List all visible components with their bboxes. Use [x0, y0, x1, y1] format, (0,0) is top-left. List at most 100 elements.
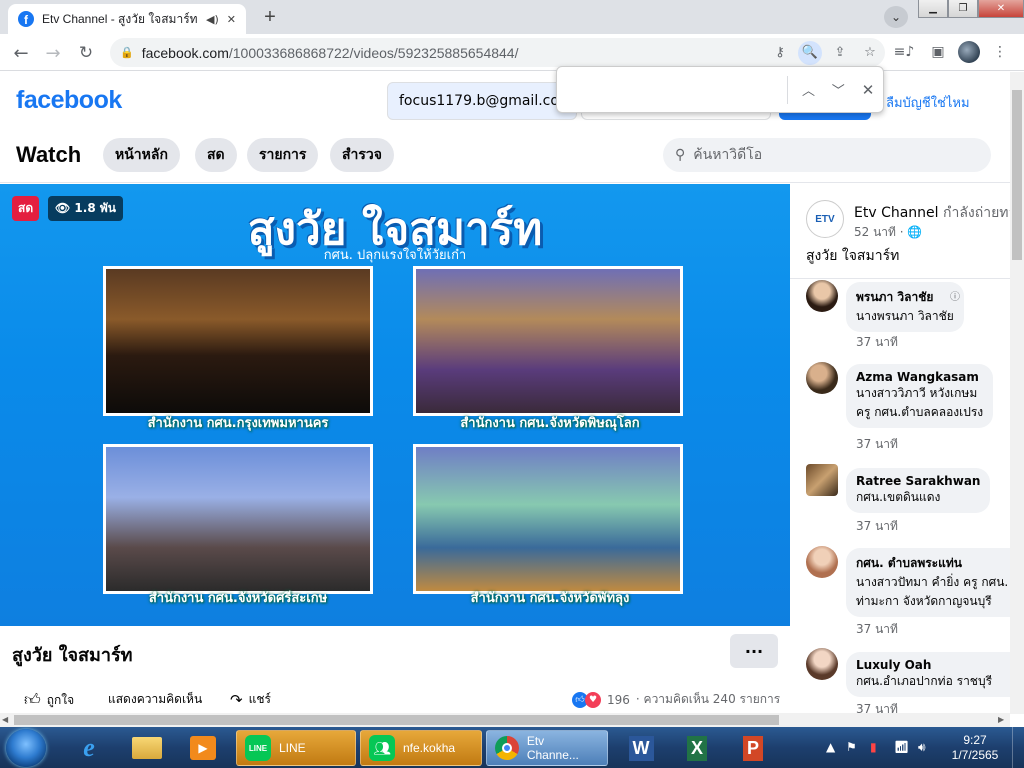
lock-icon[interactable]: 🔒: [120, 46, 134, 59]
comment-count[interactable]: · ความคิดเห็น 240 รายการ: [636, 690, 780, 709]
share-button[interactable]: ↷ แชร์: [230, 690, 271, 709]
video-search-input[interactable]: ⚲ ค้นหาวิดีโอ: [663, 138, 991, 172]
internet-explorer-icon[interactable]: e: [62, 731, 116, 765]
channel-status: กำลังถ่ายทอดสด: [943, 205, 1010, 221]
post-description: สูงวัย ใจสมาร์ท: [806, 248, 900, 264]
back-arrow-icon[interactable]: ←: [8, 40, 34, 66]
forward-arrow-icon[interactable]: →: [40, 40, 66, 66]
comment-author[interactable]: พรนภา วิลาชัย: [856, 288, 954, 307]
tray-expand-icon[interactable]: ▲: [826, 740, 835, 754]
address-bar[interactable]: 🔒 facebook.com/100033686868722/videos/59…: [110, 38, 885, 67]
taskbar-line[interactable]: LINE LINE: [236, 730, 356, 766]
comment-label: แสดงความคิดเห็น: [108, 692, 203, 706]
taskbar-nfe[interactable]: 👥︎ nfe.kokha: [360, 730, 482, 766]
email-field[interactable]: focus1179.b@gmail.com: [387, 82, 577, 120]
caption-bangkok: สำนักงาน กศน.กรุงเทพมหานคร: [147, 416, 329, 431]
banner-subtitle: กศน. ปลุกแรงใจให้วัยเก๋า: [323, 248, 467, 263]
tab-shows[interactable]: รายการ: [247, 138, 319, 172]
tab-home[interactable]: หน้าหลัก: [103, 138, 180, 172]
forgot-account-link[interactable]: ลืมบัญชีใช่ไหม: [886, 92, 970, 113]
start-button[interactable]: [6, 729, 46, 767]
comment-time[interactable]: 37 นาที: [856, 333, 898, 352]
tab-explore[interactable]: สำรวจ: [330, 138, 394, 172]
network-signal-icon[interactable]: 📶︎: [894, 740, 909, 754]
comment-author[interactable]: Luxuly Oah: [856, 658, 1000, 672]
avatar[interactable]: [806, 648, 838, 680]
horizontal-scroll-thumb[interactable]: [14, 715, 779, 725]
vertical-scroll-thumb[interactable]: [1012, 90, 1022, 260]
system-clock[interactable]: 9:27 1/7/2565: [944, 733, 1006, 763]
media-control-icon[interactable]: ≡♪: [890, 40, 918, 64]
comment-author[interactable]: Azma Wangkasam: [856, 370, 983, 384]
new-tab-button[interactable]: +: [256, 4, 284, 30]
word-icon[interactable]: W: [614, 731, 668, 765]
scroll-left-icon[interactable]: ◀: [2, 715, 8, 724]
tab-live[interactable]: สด: [195, 138, 237, 172]
find-previous-icon[interactable]: ︿: [794, 80, 824, 99]
clock-date: 1/7/2565: [951, 748, 999, 762]
show-desktop-button[interactable]: [1012, 727, 1024, 768]
channel-name[interactable]: Etv Channel: [854, 205, 939, 221]
comment-text: กศน.อำเภอปากท่อ ราชบุรี: [856, 674, 993, 688]
profile-avatar[interactable]: [958, 41, 980, 63]
chrome-menu-icon[interactable]: ⋮: [986, 40, 1014, 64]
action-center-flag-icon[interactable]: ⚑: [846, 740, 857, 754]
find-next-icon[interactable]: ﹀: [823, 80, 853, 99]
taskbar-nfe-label: nfe.kokha: [403, 741, 456, 755]
volume-icon[interactable]: 🔊︎: [918, 740, 926, 755]
avatar[interactable]: [806, 362, 838, 394]
close-window-button[interactable]: ✕: [978, 0, 1024, 18]
taskbar-chrome[interactable]: Etv Channe...: [486, 730, 608, 766]
comment-time[interactable]: 37 นาที: [856, 620, 898, 639]
browser-tab-strip: f Etv Channel - สูงวัย ใจสมาร์ท ◀) ✕ + ⌄…: [0, 0, 1024, 34]
info-icon[interactable]: ⓘ: [950, 288, 960, 303]
event-photo-bangkok: [103, 266, 373, 416]
channel-header: Etv Channel กำลังถ่ายทอดสด: [854, 202, 1010, 224]
powerpoint-icon[interactable]: P: [726, 731, 780, 765]
excel-icon[interactable]: X: [670, 731, 724, 765]
device-icon[interactable]: ▮: [870, 740, 877, 754]
scroll-right-icon[interactable]: ▶: [998, 715, 1004, 724]
find-close-icon[interactable]: ✕: [853, 81, 883, 99]
minimize-button[interactable]: ▁: [918, 0, 948, 18]
like-label: ถูกใจ: [46, 692, 75, 707]
tab-audio-icon[interactable]: ◀): [206, 13, 219, 26]
video-player[interactable]: สด 👁 1.8 พัน สูงวัย ใจสมาร์ท กศน. ปลุกแร…: [0, 184, 790, 626]
caption-phatthalung: สำนักงาน กศน.จังหวัดพัทลุง: [470, 591, 630, 606]
video-title: สูงวัย ใจสมาร์ท: [12, 645, 133, 666]
avatar[interactable]: [806, 464, 838, 496]
reaction-summary[interactable]: 👍︎ ♥ 196 · ความคิดเห็น 240 รายการ: [572, 690, 780, 709]
file-explorer-icon[interactable]: [120, 731, 174, 765]
search-placeholder: ค้นหาวิดีโอ: [693, 147, 763, 163]
channel-logo[interactable]: ETV: [806, 200, 844, 238]
window-controls: ▁ ❐ ✕: [918, 0, 1024, 20]
media-player-icon[interactable]: ▶: [176, 731, 230, 765]
find-in-page-icon[interactable]: 🔍: [798, 40, 822, 65]
caption-sisaket: สำนักงาน กศน.จังหวัดศรีสะเกษ: [148, 591, 328, 606]
facebook-logo[interactable]: facebook: [16, 86, 122, 115]
like-button[interactable]: 👍︎ ถูกใจ: [24, 690, 74, 710]
more-options-button[interactable]: ···: [730, 634, 778, 668]
browser-tab[interactable]: f Etv Channel - สูงวัย ใจสมาร์ท ◀) ✕: [8, 4, 246, 34]
comment-time[interactable]: 37 นาที: [856, 700, 898, 714]
post-time[interactable]: 52 นาที · 🌐: [854, 223, 922, 242]
avatar[interactable]: [806, 280, 838, 312]
find-input[interactable]: [567, 74, 781, 105]
comment-button[interactable]: แสดงความคิดเห็น: [108, 690, 202, 709]
side-panel-icon[interactable]: ▣: [924, 40, 952, 64]
restore-button[interactable]: ❐: [948, 0, 978, 18]
taskbar-chrome-label: Etv Channe...: [526, 734, 579, 762]
comment-author[interactable]: Ratree Sarakhwan: [856, 474, 980, 488]
bookmark-star-icon[interactable]: ☆: [855, 45, 885, 60]
comment-time[interactable]: 37 นาที: [856, 517, 898, 536]
avatar[interactable]: [806, 546, 838, 578]
share-icon[interactable]: ⇪: [825, 45, 855, 60]
find-bar: ︿ ﹀ ✕: [556, 66, 884, 113]
reload-icon[interactable]: ↻: [73, 40, 99, 66]
tab-close-icon[interactable]: ✕: [227, 13, 236, 26]
chrome-icon: [495, 736, 519, 760]
comment-author[interactable]: กศน. ตำบลพระแท่น: [856, 554, 1000, 573]
comment-time[interactable]: 37 นาที: [856, 435, 898, 454]
tab-search-chevron-icon[interactable]: ⌄: [884, 6, 908, 28]
key-icon[interactable]: ⚷: [765, 45, 795, 60]
